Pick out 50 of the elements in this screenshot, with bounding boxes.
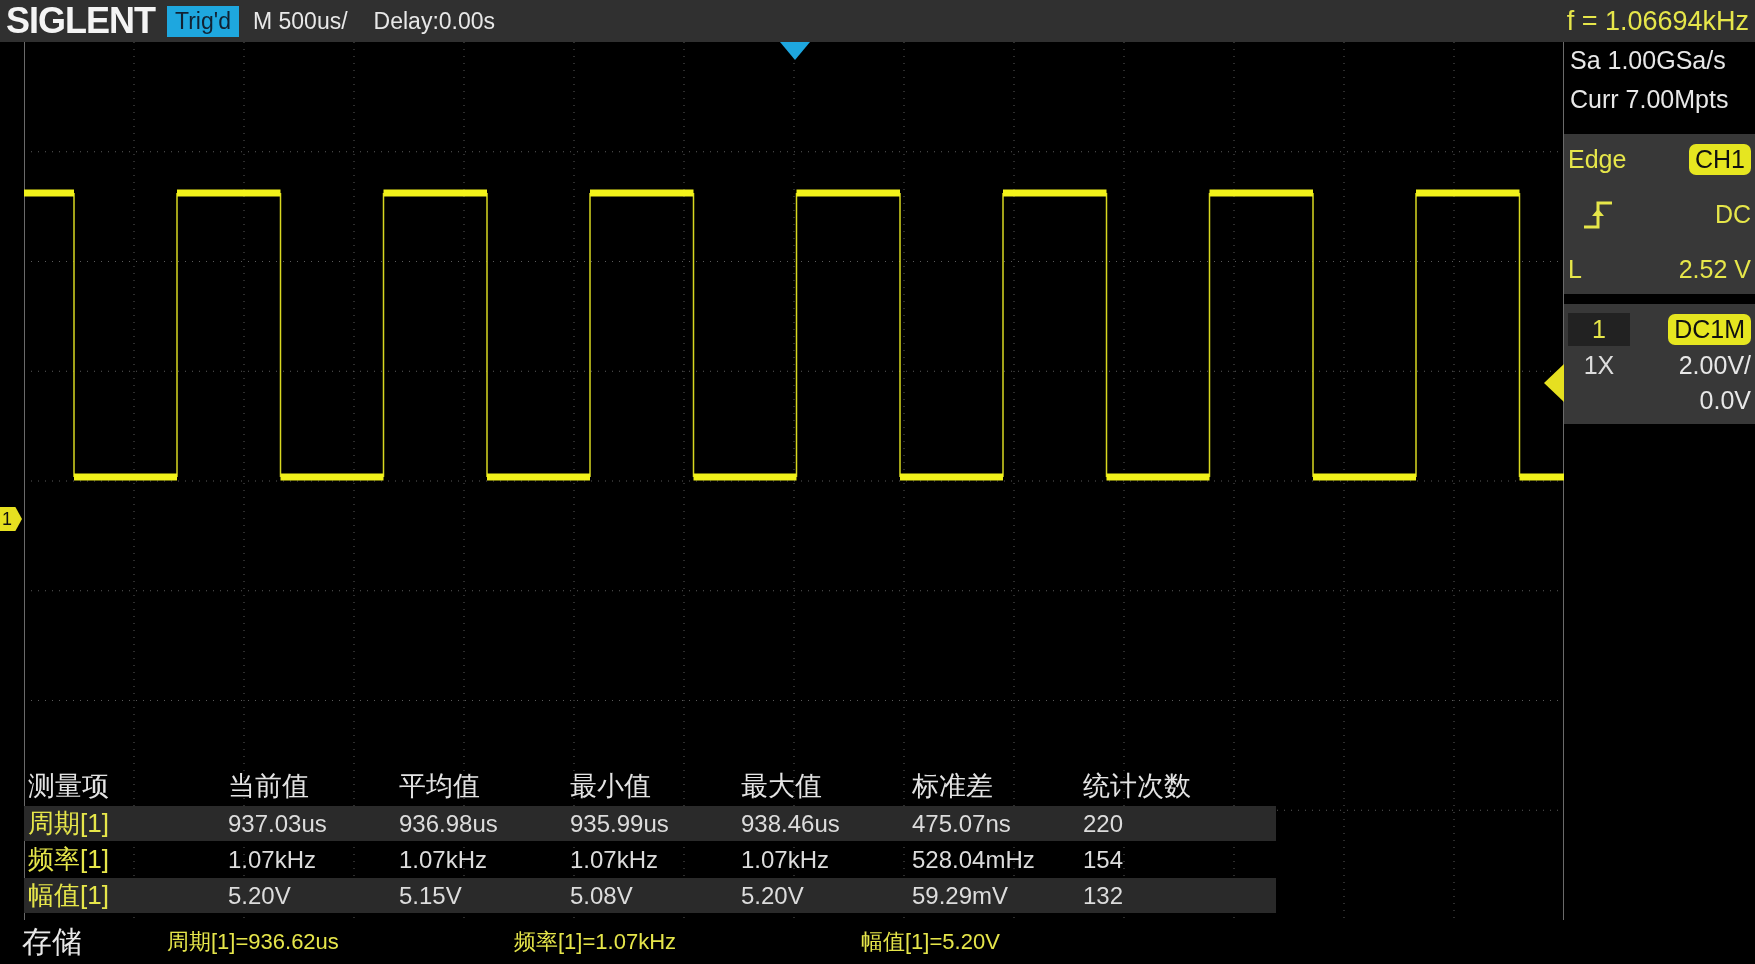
table-cell-text: 1.07kHz [741,845,831,874]
trigger-status: Trig'd [167,5,239,37]
table-cell-text: 935.99us [570,809,670,838]
column-header: 最小值 [570,770,652,803]
trigger-source: CH1 [1689,144,1751,176]
trigger-type: Edge [1568,145,1628,175]
column-header: 当前值 [228,770,310,803]
column-header: 统计次数 [1083,770,1192,803]
frequency-readout: f = 1.06694kHz [1566,5,1749,37]
column-header: 标准差 [912,770,994,803]
trigger-level-label: L [1568,254,1583,284]
memory-depth-readout: Curr 7.00Mpts [1570,85,1730,114]
measurement-name: 幅值[1] [28,879,110,912]
measurement-readout: 幅值[1]=5.20V [861,928,1001,956]
column-header: 测量项 [28,770,110,803]
timebase-readout: M 500us/ [252,7,348,35]
table-cell-text: 132 [1083,881,1125,910]
table-cell-text: 5.08V [570,881,634,910]
channel-marker: 1 [0,507,22,531]
table-cell-text: 528.04mHz [912,845,1036,874]
sample-rate-readout: Sa 1.00GSa/s [1570,46,1727,75]
table-cell-text: 1.07kHz [228,845,318,874]
probe-ratio: 1X [1582,351,1616,381]
measurement-readout: 频率[1]=1.07kHz [514,928,677,956]
mode-label: 存储 [22,923,83,960]
column-header: 最大值 [741,770,823,803]
table-cell-text: 220 [1083,809,1125,838]
measurement-name: 周期[1] [28,807,110,840]
channel-coupling: DC1M [1668,313,1751,345]
table-cell-text: 5.20V [741,881,805,910]
table-cell-text: 1.07kHz [570,845,660,874]
table-cell-text: 154 [1083,845,1125,874]
column-header: 平均值 [399,770,481,803]
channel-number: 1 [1568,312,1630,346]
table-cell-text: 5.20V [228,881,292,910]
trigger-coupling: DC [1714,200,1751,230]
table-cell-text: 938.46us [741,809,841,838]
measurement-name: 频率[1] [28,843,110,876]
table-cell-text: 937.03us [228,809,328,838]
table-cell-text: 936.98us [399,809,499,838]
table-cell-text: 1.07kHz [399,845,489,874]
table-cell-text: 59.29mV [912,881,1010,910]
brand-logo: SIGLENT [6,0,155,42]
table-cell-text: 5.15V [399,881,463,910]
vertical-offset: 0.0V [1699,386,1751,416]
vertical-scale: 2.00V/ [1678,351,1751,381]
measurement-readout: 周期[1]=936.62us [167,928,340,956]
delay-readout: Delay:0.00s [373,7,496,35]
table-cell-text: 475.07ns [912,809,1012,838]
trigger-level-value: 2.52 V [1678,254,1751,284]
